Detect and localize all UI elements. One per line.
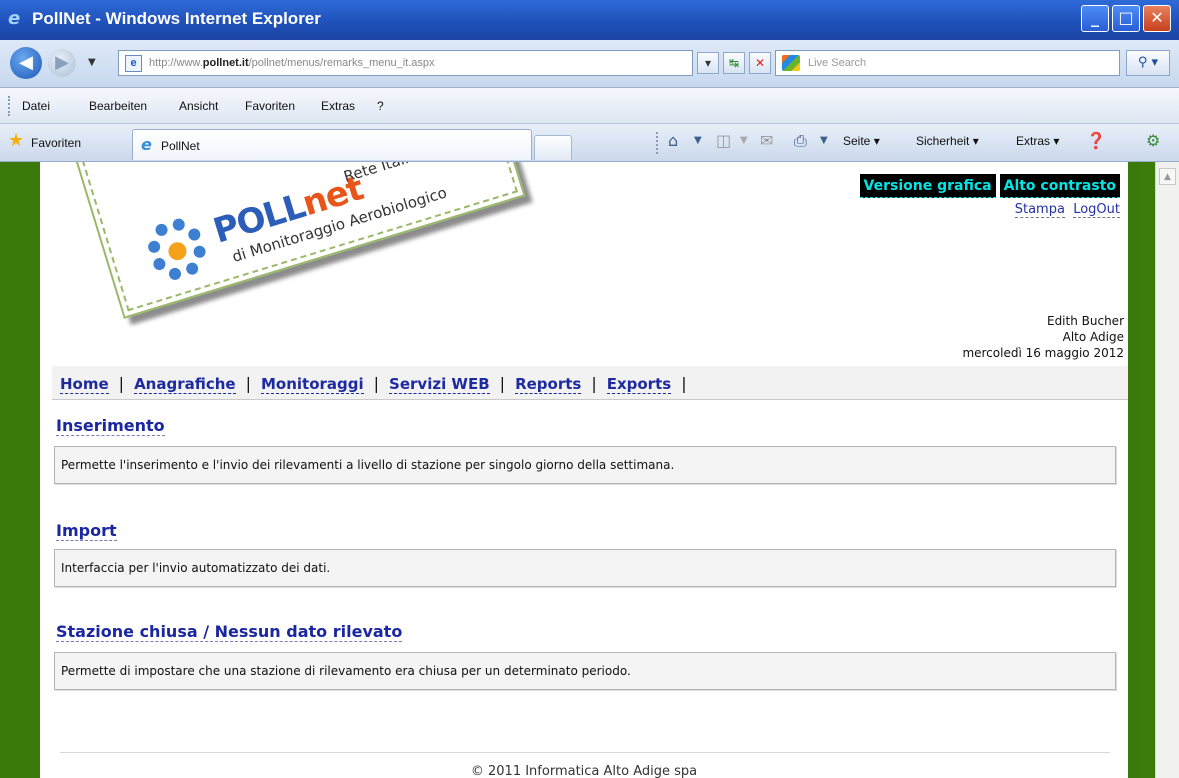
- logout-link[interactable]: LogOut: [1073, 202, 1120, 218]
- extras-menu[interactable]: Extras ▾: [1016, 134, 1059, 148]
- favorites-bar: ★ Favoriten e PollNet ⌂ ▼ ◫ ▼ ✉ ⎙ ▼ Seit…: [0, 124, 1179, 162]
- menu-ansicht[interactable]: Ansicht: [179, 99, 218, 113]
- address-toolbar: ◀ ▶ ▼ e http://www.pollnet.it/pollnet/me…: [0, 40, 1179, 88]
- nav-separator: |: [681, 374, 687, 393]
- feeds-icon[interactable]: ◫: [716, 130, 731, 152]
- tab-pollnet[interactable]: e PollNet: [132, 129, 532, 160]
- back-button[interactable]: ◀: [10, 47, 42, 79]
- seite-label: Seite: [843, 134, 871, 148]
- scroll-up-icon[interactable]: ▲: [1159, 168, 1176, 185]
- url-prefix: http://www.: [149, 57, 203, 69]
- live-search-icon: [782, 55, 800, 71]
- print-link[interactable]: Stampa: [1014, 202, 1065, 218]
- print-icon[interactable]: ⎙: [794, 130, 807, 152]
- feeds-dropdown-icon[interactable]: ▼: [740, 130, 748, 152]
- address-input[interactable]: e http://www.pollnet.it/pollnet/menus/re…: [118, 50, 693, 76]
- nav-separator: |: [373, 374, 380, 393]
- mail-icon[interactable]: ✉: [760, 130, 773, 152]
- browser-window: e PollNet - Windows Internet Explorer _ …: [0, 0, 1179, 778]
- section-inserimento-description: Permette l'inserimento e l'invio dei ril…: [54, 446, 1116, 484]
- page-content: POLLnet Rete Italiana di Monitoraggio Ae…: [40, 162, 1128, 778]
- section-inserimento-link[interactable]: Inserimento: [56, 416, 165, 436]
- sicherheit-label: Sicherheit: [916, 134, 970, 148]
- nav-home[interactable]: Home: [60, 375, 109, 394]
- current-date: mercoledì 16 maggio 2012: [962, 346, 1124, 360]
- footer-copyright: © 2011 Informatica Alto Adige spa: [470, 764, 698, 778]
- stop-icon[interactable]: ✕: [749, 52, 771, 74]
- nav-separator: |: [591, 374, 597, 393]
- user-name: Edith Bucher: [1046, 314, 1124, 328]
- vertical-scrollbar[interactable]: ▲: [1155, 162, 1179, 778]
- new-tab-button[interactable]: [534, 135, 572, 160]
- page-icon: e: [125, 55, 142, 72]
- favorites-button[interactable]: Favoriten: [31, 136, 81, 150]
- menu-extras[interactable]: Extras: [321, 99, 355, 113]
- search-icon[interactable]: ⚲ ▾: [1126, 50, 1170, 76]
- page-border-right: [1140, 162, 1155, 778]
- extras-label: Extras: [1016, 134, 1051, 148]
- home-icon[interactable]: ⌂: [668, 130, 678, 152]
- nav-exports[interactable]: Exports: [606, 375, 672, 394]
- menu-help[interactable]: ?: [377, 99, 384, 113]
- menu-bearbeiten[interactable]: Bearbeiten: [89, 99, 147, 113]
- url-path: /pollnet/menus/remarks_menu_it.aspx: [248, 57, 435, 69]
- nav-separator: |: [499, 374, 506, 393]
- section-stazione-chiusa-description: Permette di impostare che una stazione d…: [54, 652, 1116, 690]
- history-dropdown-icon[interactable]: ▼: [88, 57, 96, 68]
- section-import-link[interactable]: Import: [56, 521, 117, 541]
- tab-label: PollNet: [161, 139, 200, 153]
- main-nav: Home | Anagrafiche | Monitoraggi | Servizi WEB…: [52, 366, 1128, 400]
- page-viewport: POLLnet Rete Italiana di Monitoraggio Ae…: [8, 162, 1140, 778]
- section-stazione-chiusa-link[interactable]: Stazione chiusa / Nessun dato rilevato: [56, 622, 403, 642]
- title-bar: e PollNet - Windows Internet Explorer _ …: [0, 0, 1179, 40]
- nav-anagrafiche[interactable]: Anagrafiche: [134, 375, 236, 394]
- window-title: PollNet - Windows Internet Explorer: [32, 9, 321, 28]
- menu-bar: Datei Bearbeiten Ansicht Favoriten Extra…: [0, 88, 1179, 124]
- high-contrast-link[interactable]: Alto contrasto: [999, 174, 1120, 198]
- pollnet-logo: POLLnet Rete Italiana di Monitoraggio Ae…: [62, 162, 526, 319]
- url-domain: pollnet.it: [202, 57, 249, 69]
- ie-logo-icon: e: [8, 8, 21, 29]
- address-dropdown-button[interactable]: ▾: [697, 52, 719, 74]
- nav-separator: |: [118, 374, 125, 393]
- nav-reports[interactable]: Reports: [515, 375, 582, 394]
- top-links: Stampa LogOut: [1014, 202, 1120, 218]
- menu-datei[interactable]: Datei: [22, 99, 50, 113]
- command-grip: [656, 132, 658, 154]
- tab-ie-icon: e: [141, 135, 152, 154]
- forward-button[interactable]: ▶: [48, 49, 76, 77]
- menu-grip: [8, 96, 10, 116]
- help-icon[interactable]: ❓: [1086, 130, 1106, 152]
- sicherheit-menu[interactable]: Sicherheit ▾: [916, 134, 979, 148]
- search-input[interactable]: Live Search: [775, 50, 1120, 76]
- print-dropdown-icon[interactable]: ▼: [820, 130, 828, 152]
- contrast-switch: Versione grafica Alto contrasto: [859, 174, 1120, 198]
- refresh-icon[interactable]: ↹: [723, 52, 745, 74]
- close-button[interactable]: ✕: [1143, 5, 1171, 32]
- nav-separator: |: [245, 374, 251, 393]
- nav-monitoraggi[interactable]: Monitoraggi: [260, 375, 364, 394]
- user-region: Alto Adige: [1062, 330, 1124, 344]
- minimize-button[interactable]: _: [1081, 5, 1109, 32]
- menu-favoriten[interactable]: Favoriten: [245, 99, 295, 113]
- nav-servizi-web[interactable]: Servizi WEB: [389, 375, 490, 394]
- research-icon[interactable]: ⚙: [1146, 130, 1160, 152]
- footer-divider: [60, 752, 1110, 753]
- graphic-version-link[interactable]: Versione grafica: [859, 174, 996, 198]
- home-dropdown-icon[interactable]: ▼: [694, 130, 702, 152]
- user-info: Edith Bucher Alto Adige mercoledì 16 mag…: [962, 313, 1124, 361]
- maximize-button[interactable]: □: [1112, 5, 1140, 32]
- favorites-star-icon[interactable]: ★: [8, 132, 24, 150]
- seite-menu[interactable]: Seite ▾: [843, 134, 880, 148]
- search-placeholder: Live Search: [808, 57, 867, 69]
- section-import-description: Interfaccia per l'invio automatizzato de…: [54, 549, 1116, 587]
